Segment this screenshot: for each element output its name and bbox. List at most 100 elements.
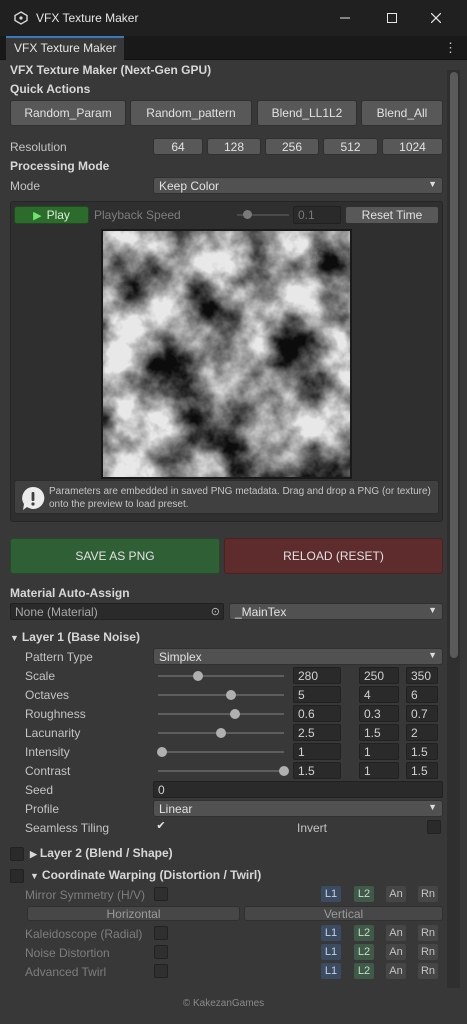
texture-preview[interactable]: [101, 229, 352, 479]
seed-field[interactable]: 0: [153, 781, 443, 798]
min-field[interactable]: 1.5: [359, 724, 399, 741]
playback-speed-field[interactable]: 0.1: [293, 206, 341, 224]
chevron-down-icon: ▼: [428, 605, 437, 615]
min-field[interactable]: 1: [359, 743, 399, 760]
reset-time-button[interactable]: Reset Time: [345, 206, 439, 224]
layer-toggle-l1[interactable]: L1: [321, 886, 341, 902]
slider-track[interactable]: [158, 713, 284, 715]
layer-toggle-l1[interactable]: L1: [321, 963, 341, 979]
resolution-64-button[interactable]: 64: [153, 138, 203, 155]
profile-value: Linear: [159, 801, 193, 816]
max-field[interactable]: 1.5: [406, 762, 438, 779]
slider-thumb[interactable]: [216, 728, 226, 738]
layer-toggle-an[interactable]: An: [386, 963, 406, 979]
seed-label: Seed: [25, 783, 54, 797]
slider-track[interactable]: [158, 751, 284, 753]
more-options-icon[interactable]: ⋮: [444, 40, 457, 56]
layer-toggle-rn[interactable]: Rn: [418, 944, 438, 960]
value-field[interactable]: 0.6: [293, 705, 341, 722]
max-field[interactable]: 2: [406, 724, 438, 741]
value-field[interactable]: 1.5: [293, 762, 341, 779]
min-field[interactable]: 250: [359, 667, 399, 684]
value-field[interactable]: 2.5: [293, 724, 341, 741]
seamless-tiling-checkbox[interactable]: ✔: [154, 820, 168, 834]
resolution-256-button[interactable]: 256: [265, 138, 319, 155]
layer1-title: Layer 1 (Base Noise): [21, 630, 140, 644]
maximize-icon: [387, 13, 397, 23]
warping-enable-checkbox[interactable]: [10, 869, 24, 883]
random-param-button[interactable]: Random_Param: [10, 100, 126, 126]
resolution-1024-button[interactable]: 1024: [382, 138, 443, 155]
slider-track[interactable]: [158, 770, 284, 772]
warp-row-checkbox[interactable]: [154, 945, 168, 959]
processing-mode-title: Processing Mode: [10, 159, 110, 173]
layer2-foldout[interactable]: ▶ Layer 2 (Blend / Shape): [30, 846, 173, 860]
slider-thumb[interactable]: [229, 709, 240, 719]
layer2-enable-checkbox[interactable]: [10, 847, 24, 861]
warp-row-checkbox[interactable]: [154, 964, 168, 978]
blend-all-button[interactable]: Blend_All: [361, 100, 443, 126]
layer-toggle-l1[interactable]: L1: [321, 925, 341, 941]
slider-track[interactable]: [158, 694, 284, 696]
vertical-button[interactable]: Vertical: [244, 906, 443, 921]
minimize-button[interactable]: [322, 0, 368, 36]
min-field[interactable]: 4: [359, 686, 399, 703]
warp-row-checkbox[interactable]: [154, 887, 168, 901]
tab-vfx-texture-maker[interactable]: VFX Texture Maker: [6, 36, 124, 60]
resolution-128-button[interactable]: 128: [207, 138, 261, 155]
layer-toggle-l2[interactable]: L2: [354, 886, 374, 902]
noise-texture-image: [103, 231, 350, 477]
slider-track[interactable]: [158, 675, 284, 677]
layer-toggle-l2[interactable]: L2: [354, 925, 374, 941]
layer1-foldout[interactable]: ▼ Layer 1 (Base Noise): [10, 630, 140, 644]
layer-toggle-rn[interactable]: Rn: [418, 925, 438, 941]
invert-checkbox[interactable]: [427, 820, 441, 834]
maximize-button[interactable]: [369, 0, 415, 36]
warp-row-checkbox[interactable]: [154, 926, 168, 940]
slider-thumb[interactable]: [156, 747, 167, 757]
value-field[interactable]: 280: [293, 667, 341, 684]
scrollbar-thumb[interactable]: [450, 72, 458, 658]
slider-label: Intensity: [25, 745, 70, 759]
layer-toggle-an[interactable]: An: [386, 944, 406, 960]
slider-thumb[interactable]: [279, 766, 289, 776]
play-button[interactable]: ▶ Play: [14, 206, 89, 224]
layer-toggle-l2[interactable]: L2: [354, 944, 374, 960]
max-field[interactable]: 350: [406, 667, 438, 684]
max-field[interactable]: 1.5: [406, 743, 438, 760]
save-as-png-button[interactable]: SAVE AS PNG: [10, 538, 220, 574]
min-field[interactable]: 1: [359, 762, 399, 779]
layer-toggle-l1[interactable]: L1: [321, 944, 341, 960]
pattern-type-value: Simplex: [159, 649, 202, 664]
layer-toggle-an[interactable]: An: [386, 925, 406, 941]
warping-foldout[interactable]: ▼ Coordinate Warping (Distortion / Twirl): [30, 868, 261, 882]
pattern-type-dropdown[interactable]: Simplex ▼: [153, 648, 443, 665]
horizontal-button[interactable]: Horizontal: [27, 906, 240, 921]
quick-actions-title: Quick Actions: [10, 82, 91, 96]
material-object-field[interactable]: None (Material) ⊙: [10, 603, 224, 620]
resolution-512-button[interactable]: 512: [323, 138, 378, 155]
layer-toggle-l2[interactable]: L2: [354, 963, 374, 979]
max-field[interactable]: 6: [406, 686, 438, 703]
layer-toggle-an[interactable]: An: [386, 886, 406, 902]
reload-reset-button[interactable]: RELOAD (RESET): [224, 538, 443, 574]
layer-toggle-rn[interactable]: Rn: [418, 886, 438, 902]
close-button[interactable]: [413, 0, 459, 36]
value-field[interactable]: 1: [293, 743, 341, 760]
warp-row-label: Noise Distortion: [25, 946, 110, 960]
title-bar: VFX Texture Maker: [0, 0, 467, 36]
max-field[interactable]: 0.7: [406, 705, 438, 722]
blend-ll1l2-button[interactable]: Blend_LL1L2: [257, 100, 357, 126]
play-icon: ▶: [33, 209, 42, 222]
min-field[interactable]: 0.3: [359, 705, 399, 722]
info-text: Parameters are embedded in saved PNG met…: [49, 486, 431, 510]
random-pattern-button[interactable]: Random_pattern: [130, 100, 252, 126]
texture-property-dropdown[interactable]: _MainTex ▼: [229, 603, 443, 620]
profile-dropdown[interactable]: Linear ▼: [153, 800, 443, 817]
warp-row-label: Advanced Twirl: [25, 965, 107, 979]
value-field[interactable]: 5: [293, 686, 341, 703]
warp-row-label: Kaleidoscope (Radial): [25, 927, 143, 941]
layer-toggle-rn[interactable]: Rn: [418, 963, 438, 979]
object-picker-icon[interactable]: ⊙: [211, 605, 220, 618]
mode-dropdown[interactable]: Keep Color ▼: [153, 177, 443, 194]
